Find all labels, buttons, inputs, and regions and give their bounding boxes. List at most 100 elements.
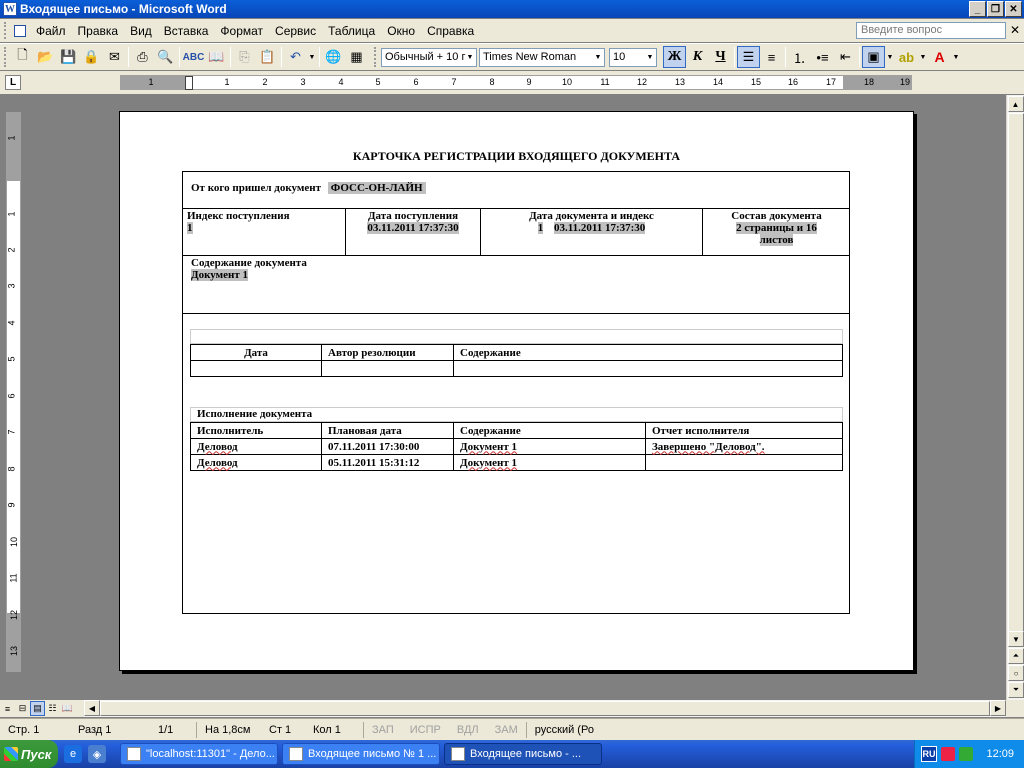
resolutions-header-author: Автор резолюции (321, 344, 454, 361)
font-color-icon[interactable]: A (928, 46, 951, 68)
align-center-icon[interactable]: ≡ (760, 46, 783, 68)
font-size-combo[interactable]: 10 ▼ (609, 47, 657, 67)
research-icon[interactable]: 📖 (205, 46, 228, 68)
chevron-down-icon[interactable]: ▼ (592, 49, 604, 66)
close-document-icon[interactable]: ✕ (1010, 23, 1020, 37)
open-folder-icon[interactable]: 📂 (34, 46, 57, 68)
toolbar-grip[interactable] (374, 47, 378, 67)
insert-table-icon[interactable]: ▦ (345, 46, 368, 68)
resolutions-header-content: Содержание (453, 344, 843, 361)
minimize-button[interactable]: _ (969, 1, 986, 17)
vertical-scrollbar[interactable]: ▲ ▼ ⏶ ○ ⏷ (1006, 95, 1024, 700)
chevron-down-icon[interactable]: ▼ (464, 49, 476, 66)
execution-header-executor: Исполнитель (190, 422, 322, 439)
menu-table[interactable]: Таблица (322, 24, 381, 38)
ruler-number: 11 (600, 77, 610, 87)
horizontal-ruler[interactable]: 1 1 2 3 4 5 6 7 8 9 10 11 12 13 14 15 16… (120, 75, 912, 90)
menu-help[interactable]: Справка (421, 24, 480, 38)
status-position: На 1,8см (205, 723, 251, 736)
menu-format[interactable]: Формат (214, 24, 269, 38)
docdate-value: 03.11.2011 17:37:30 (553, 222, 646, 234)
tray-network-icon[interactable] (959, 747, 973, 761)
scroll-left-icon[interactable]: ◀ (84, 700, 100, 716)
indent-marker[interactable] (185, 76, 193, 90)
status-extend[interactable]: ВДЛ (449, 724, 487, 736)
start-button[interactable]: Пуск (0, 740, 58, 768)
print-icon[interactable]: ⎙ (131, 46, 154, 68)
reading-view-icon[interactable]: 📖 (60, 701, 75, 716)
horizontal-scrollbar[interactable]: ◀ ▶ (84, 700, 1006, 717)
menu-edit[interactable]: Правка (72, 24, 125, 38)
task-label: Входящее письмо - ... (470, 748, 582, 760)
scroll-down-icon[interactable]: ▼ (1008, 631, 1024, 647)
status-overtype[interactable]: ЗАМ (487, 724, 526, 736)
ruler-number: 6 (6, 393, 17, 399)
undo-icon[interactable]: ↶ (284, 46, 307, 68)
bold-button[interactable]: Ж (663, 46, 686, 68)
status-record[interactable]: ЗАП (364, 724, 402, 736)
from-row: От кого пришел документ ФОСС-ОН-ЛАЙН (183, 172, 849, 209)
borders-icon[interactable]: ▣ (862, 46, 885, 68)
align-left-icon[interactable]: ☰ (737, 46, 760, 68)
internet-explorer-icon[interactable]: e (64, 745, 82, 763)
italic-button[interactable]: К (686, 46, 709, 68)
menu-tools[interactable]: Сервис (269, 24, 322, 38)
menu-view[interactable]: Вид (124, 24, 158, 38)
menu-window[interactable]: Окно (381, 24, 421, 38)
document-icon[interactable] (14, 24, 26, 37)
highlight-dropdown-icon[interactable]: ▼ (918, 46, 928, 68)
hyperlink-icon[interactable]: 🌐 (322, 46, 345, 68)
new-document-icon[interactable]: 🗋 (11, 46, 34, 68)
tray-app-icon[interactable] (941, 747, 955, 761)
tab-selector[interactable]: L (5, 75, 21, 90)
task-button-word[interactable]: Входящее письмо - ... (444, 743, 602, 765)
copy-icon[interactable]: ⎘ (233, 46, 256, 68)
ruler-number: 16 (787, 77, 799, 87)
highlight-icon[interactable]: ab (895, 46, 918, 68)
bullets-icon[interactable]: •≡ (811, 46, 834, 68)
paste-icon[interactable]: 📋 (256, 46, 279, 68)
restore-button[interactable]: ❐ (987, 1, 1004, 17)
web-view-icon[interactable]: ⊟ (15, 701, 30, 716)
decrease-indent-icon[interactable]: ⇤ (834, 46, 857, 68)
underline-button[interactable]: Ч (709, 46, 732, 68)
show-desktop-icon[interactable]: ◈ (88, 745, 106, 763)
previous-page-icon[interactable]: ⏶ (1008, 648, 1024, 664)
word-app-icon[interactable]: W (3, 2, 17, 16)
font-color-dropdown-icon[interactable]: ▼ (951, 46, 961, 68)
style-combo[interactable]: Обычный + 10 г ▼ (381, 47, 477, 67)
numbering-icon[interactable]: ⒈ (788, 46, 811, 68)
menu-grip[interactable] (4, 22, 10, 39)
task-button-browser[interactable]: "localhost:11301" - Дело... (120, 743, 278, 765)
outline-view-icon[interactable]: ☷ (45, 701, 60, 716)
ask-question-input[interactable]: Введите вопрос (856, 22, 1006, 39)
scroll-right-icon[interactable]: ▶ (990, 700, 1006, 716)
window-task-icon (289, 747, 303, 761)
vertical-ruler[interactable]: 1 1 2 3 4 5 6 7 8 9 10 11 12 13 (6, 112, 21, 672)
toolbar-separator (859, 47, 860, 67)
scroll-up-icon[interactable]: ▲ (1007, 96, 1024, 112)
close-button[interactable]: ✕ (1005, 1, 1022, 17)
menu-file[interactable]: Файл (30, 24, 72, 38)
normal-view-icon[interactable]: ≡ (0, 701, 15, 716)
next-page-icon[interactable]: ⏷ (1008, 682, 1024, 698)
undo-dropdown-icon[interactable]: ▼ (307, 46, 317, 68)
language-indicator[interactable]: RU (921, 746, 937, 762)
menu-insert[interactable]: Вставка (158, 24, 215, 38)
permission-icon[interactable]: 🔒 (80, 46, 103, 68)
browse-object-icon[interactable]: ○ (1008, 665, 1024, 681)
horizontal-scroll-thumb[interactable] (100, 701, 990, 716)
chevron-down-icon[interactable]: ▼ (644, 49, 656, 66)
borders-dropdown-icon[interactable]: ▼ (885, 46, 895, 68)
email-icon[interactable]: ✉ (103, 46, 126, 68)
vertical-scroll-thumb[interactable] (1008, 113, 1024, 643)
spelling-icon[interactable]: ABC (182, 46, 205, 68)
status-track-changes[interactable]: ИСПР (402, 724, 449, 736)
task-button-letter[interactable]: Входящее письмо № 1 ... (282, 743, 440, 765)
font-combo[interactable]: Times New Roman ▼ (479, 47, 605, 67)
print-layout-icon[interactable]: ▤ (30, 701, 45, 716)
save-icon[interactable]: 💾 (57, 46, 80, 68)
print-preview-icon[interactable]: 🔍 (154, 46, 177, 68)
toolbar-grip[interactable] (4, 47, 8, 67)
document-page[interactable]: КАРТОЧКА РЕГИСТРАЦИИ ВХОДЯЩЕГО ДОКУМЕНТА… (119, 111, 914, 671)
